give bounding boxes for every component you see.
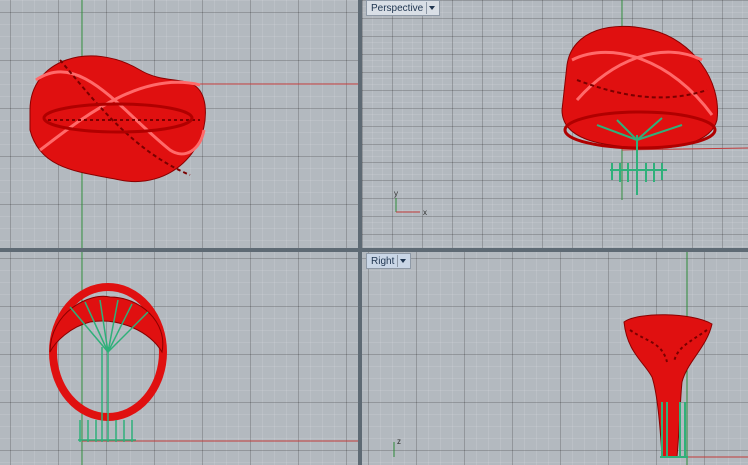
- axis-label-y: y: [394, 189, 398, 198]
- front-view-scene: [49, 252, 358, 465]
- viewport-perspective-title: Perspective: [371, 2, 424, 14]
- axis-label-z: z: [397, 437, 401, 446]
- viewport-perspective[interactable]: y x Perspective: [362, 0, 748, 248]
- ring-model-perspective[interactable]: [561, 25, 719, 150]
- ring-model-front[interactable]: [49, 283, 167, 421]
- axis-label-x: x: [423, 208, 427, 217]
- viewport-top[interactable]: [0, 0, 358, 248]
- chevron-down-icon[interactable]: [397, 255, 408, 267]
- viewport-right-title: Right: [371, 255, 395, 267]
- viewport-right[interactable]: z Right: [362, 252, 748, 465]
- axis-icon: y x: [394, 189, 427, 217]
- top-view-scene: [29, 0, 358, 248]
- perspective-view-scene: y x: [394, 0, 748, 217]
- ring-model-top[interactable]: [29, 55, 206, 182]
- chevron-down-icon[interactable]: [426, 2, 437, 14]
- viewport-front[interactable]: [0, 252, 358, 465]
- viewport-perspective-tab[interactable]: Perspective: [366, 0, 441, 16]
- right-view-scene: z: [393, 252, 748, 465]
- axis-icon: z: [393, 437, 401, 457]
- viewport-right-tab[interactable]: Right: [366, 253, 412, 269]
